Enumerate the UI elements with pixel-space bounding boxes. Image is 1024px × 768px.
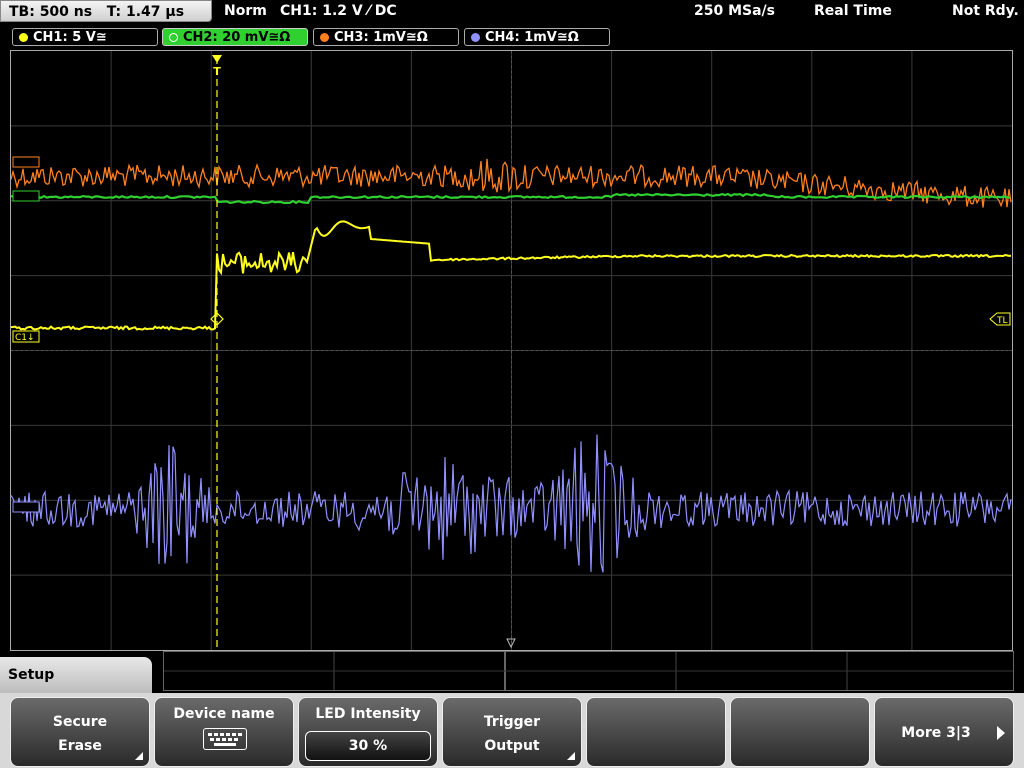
softkey-label-2: Output — [484, 738, 540, 754]
channel-label: CH1: 5 V≅ — [33, 30, 107, 45]
trigger-output-button[interactable]: Trigger Output — [442, 697, 582, 767]
submenu-corner-icon — [567, 752, 575, 760]
submenu-corner-icon — [135, 752, 143, 760]
led-intensity-value: 30 % — [348, 738, 388, 754]
trigger-mode[interactable]: Norm — [224, 3, 267, 19]
waveform-display[interactable]: T C1↓ TL — [10, 50, 1013, 651]
softkey-label-2: Erase — [58, 738, 102, 754]
channel-tab-ch2[interactable]: CH2: 20 mV≅Ω — [162, 28, 308, 46]
ch3-indicator-icon — [320, 33, 329, 42]
softkey-blank-5[interactable] — [586, 697, 726, 767]
ch2-offset-marker[interactable] — [12, 190, 40, 202]
trigger-level-marker[interactable]: TL — [989, 312, 1011, 326]
status-bar: TB: 500 ns T: 1.47 µs Norm CH1: 1.2 V ⁄ … — [0, 0, 1024, 24]
trigger-position-icon[interactable] — [212, 55, 222, 63]
trigger-time-value: T: 1.47 µs — [106, 4, 185, 20]
softkey-label: Secure — [52, 714, 108, 730]
overview-panel — [163, 651, 1014, 691]
softkey-label: Trigger — [483, 714, 541, 730]
graticule — [11, 51, 1012, 650]
led-intensity-value-box[interactable]: 30 % — [305, 731, 431, 761]
next-page-arrow-icon — [997, 726, 1005, 740]
ch1-indicator-icon — [19, 33, 28, 42]
led-intensity-button[interactable]: LED Intensity 30 % — [298, 697, 438, 767]
device-name-button[interactable]: Device name — [154, 697, 294, 767]
keyboard-icon — [203, 728, 247, 750]
softkey-label: Device name — [173, 706, 275, 722]
secure-erase-button[interactable]: Secure Erase — [10, 697, 150, 767]
timebase-value: TB: 500 ns — [9, 4, 93, 20]
ch3-offset-box — [12, 156, 40, 168]
trigger-level-label: TL — [996, 316, 1008, 326]
channel-bar: CH1: 5 V≅ CH2: 20 mV≅Ω CH3: 1mV≅Ω CH4: 1… — [0, 27, 1024, 49]
menu-title-tab[interactable]: Setup — [0, 657, 152, 697]
ch4-offset-box — [12, 501, 40, 513]
channel-label: CH2: 20 mV≅Ω — [183, 30, 291, 45]
overview-svg — [164, 652, 1013, 690]
ch2-waveform — [11, 192, 1011, 205]
sample-rate: 250 MSa/s — [694, 3, 776, 19]
timebase-box[interactable]: TB: 500 ns T: 1.47 µs — [0, 0, 212, 22]
c1-marker[interactable]: C1↓ — [12, 330, 40, 343]
acquisition-status: Not Rdy. — [952, 3, 1019, 19]
trigger-info[interactable]: CH1: 1.2 V ⁄ DC — [280, 3, 397, 19]
channel-label: CH3: 1mV≅Ω — [334, 30, 428, 45]
ch4-indicator-icon — [471, 33, 480, 42]
trigger-marker-label: T — [213, 65, 221, 78]
ch2-offset-box — [12, 190, 40, 202]
ch4-offset-marker[interactable] — [12, 501, 40, 513]
channel-tab-ch3[interactable]: CH3: 1mV≅Ω — [313, 28, 459, 46]
waveform-svg: T C1↓ TL — [11, 51, 1012, 650]
channel-label: CH4: 1mV≅Ω — [485, 30, 579, 45]
menu-title: Setup — [8, 667, 55, 683]
channel-tab-ch4[interactable]: CH4: 1mV≅Ω — [464, 28, 610, 46]
ch3-offset-marker[interactable] — [12, 156, 40, 168]
softkey-blank-6[interactable] — [730, 697, 870, 767]
ch2-indicator-icon — [169, 33, 178, 42]
softkey-label: More 3|3 — [901, 725, 971, 741]
c1-marker-label: C1↓ — [15, 333, 35, 343]
more-button[interactable]: More 3|3 — [874, 697, 1014, 767]
softkey-label: LED Intensity — [315, 706, 421, 722]
channel-tab-ch1[interactable]: CH1: 5 V≅ — [12, 28, 158, 46]
acquisition-mode: Real Time — [814, 3, 892, 19]
